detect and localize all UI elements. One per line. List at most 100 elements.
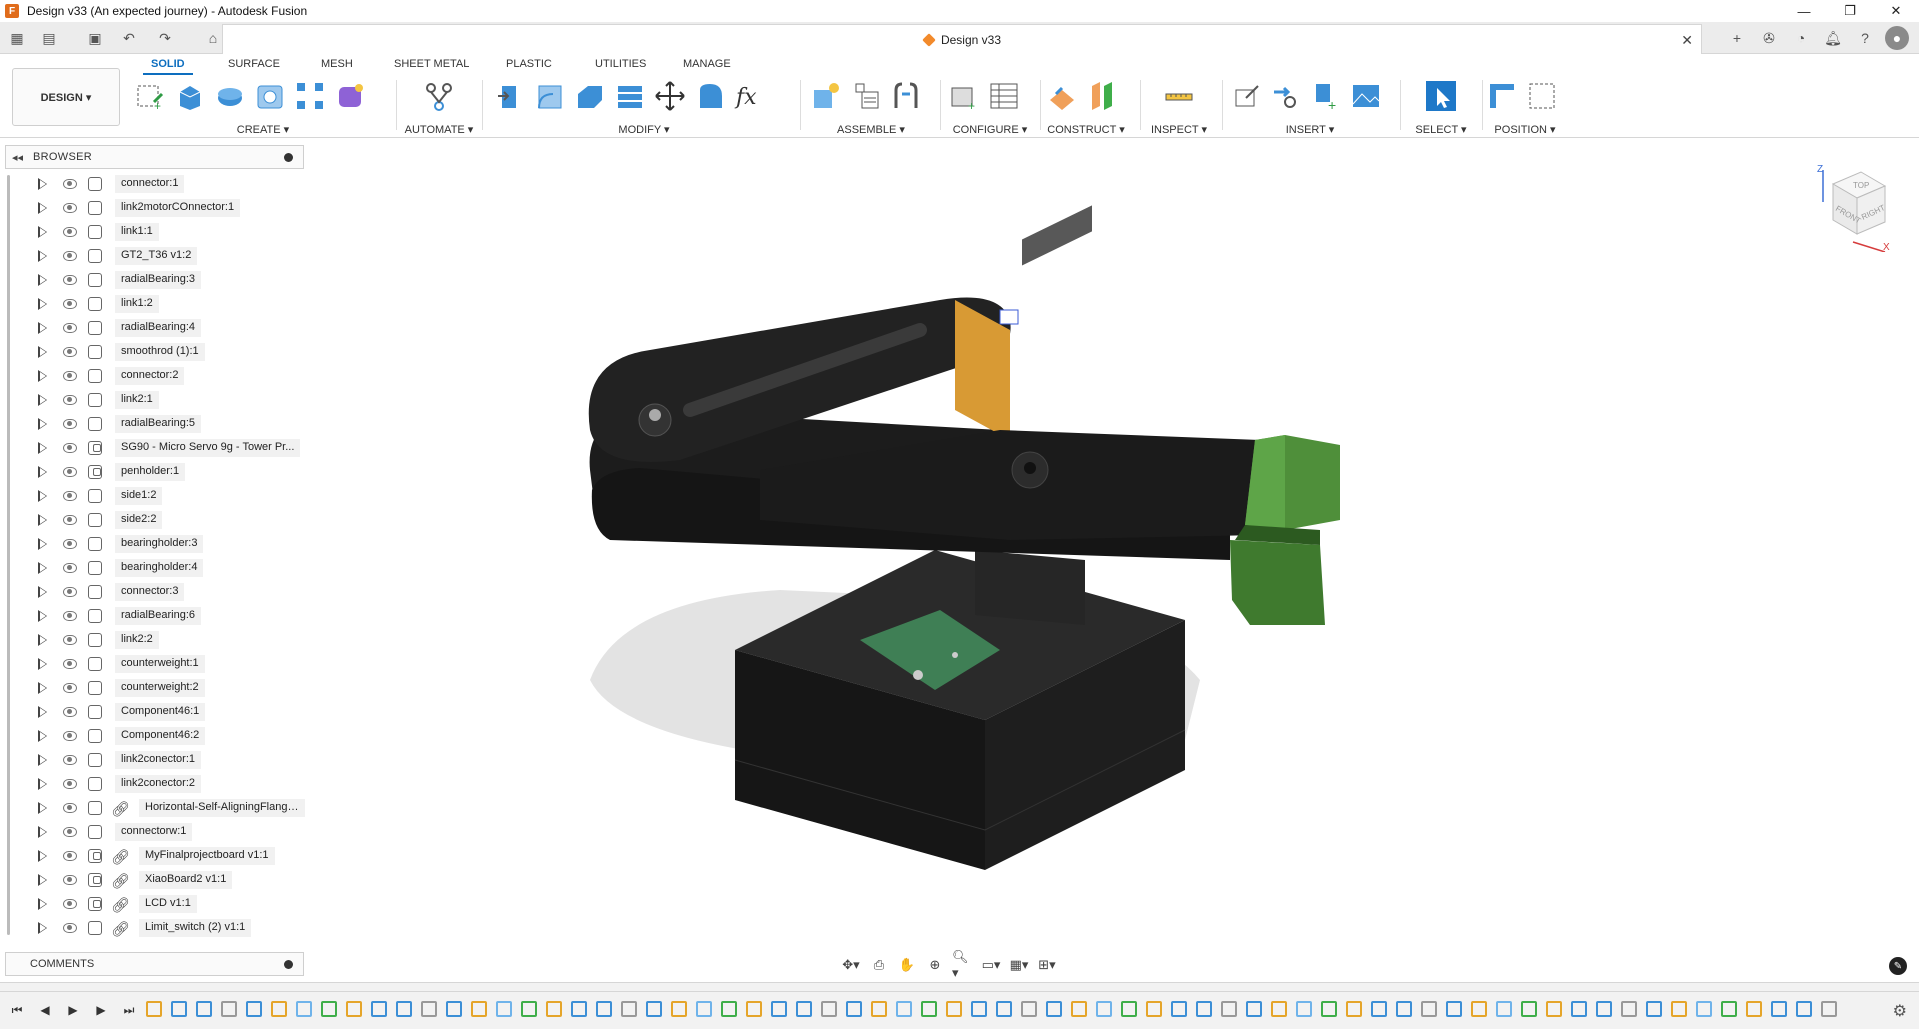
timeline-feature-icon[interactable]	[646, 1001, 662, 1017]
document-tab[interactable]: Design v33 ✕	[222, 24, 1702, 54]
expand-arrow-icon[interactable]	[38, 706, 47, 718]
insert-derive-icon[interactable]	[1230, 80, 1262, 112]
text-commands-icon[interactable]: ✎	[1889, 957, 1907, 975]
timeline-feature-icon[interactable]	[1096, 1001, 1112, 1017]
timeline-feature-icon[interactable]	[1696, 1001, 1712, 1017]
notifications-icon[interactable]: 🔔︎	[1821, 26, 1845, 50]
browser-item[interactable]: radialBearing:3	[5, 268, 305, 292]
visibility-eye-icon[interactable]	[63, 347, 77, 357]
move-copy-icon[interactable]	[654, 80, 686, 112]
timeline-feature-icon[interactable]	[996, 1001, 1012, 1017]
comments-add-icon[interactable]	[284, 960, 293, 969]
visibility-eye-icon[interactable]	[63, 443, 77, 453]
expand-arrow-icon[interactable]	[38, 322, 47, 334]
timeline-feature-icon[interactable]	[1421, 1001, 1437, 1017]
grid-settings-icon[interactable]: ▦▾	[1008, 955, 1030, 975]
expand-arrow-icon[interactable]	[38, 682, 47, 694]
workspace-switcher[interactable]: DESIGN ▾	[12, 68, 120, 126]
timeline-feature-icon[interactable]	[371, 1001, 387, 1017]
timeline-feature-icon[interactable]	[1196, 1001, 1212, 1017]
fillet-icon[interactable]	[534, 80, 566, 112]
timeline-feature-icon[interactable]	[521, 1001, 537, 1017]
press-pull-icon[interactable]	[494, 80, 526, 112]
visibility-eye-icon[interactable]	[63, 875, 77, 885]
zoom-window-icon[interactable]: 🔍︎▾	[952, 949, 974, 980]
timeline-feature-icon[interactable]	[1296, 1001, 1312, 1017]
timeline-feature-icon[interactable]	[146, 1001, 162, 1017]
browser-item[interactable]: link2:2	[5, 628, 305, 652]
timeline-feature-icon[interactable]	[321, 1001, 337, 1017]
visibility-eye-icon[interactable]	[63, 899, 77, 909]
visibility-eye-icon[interactable]	[63, 587, 77, 597]
insert-canvas-icon[interactable]	[1350, 80, 1382, 112]
tab-plastic[interactable]: PLASTIC	[506, 58, 552, 70]
browser-item[interactable]: link2conector:2	[5, 772, 305, 796]
automate-group-label[interactable]: AUTOMATE ▾	[400, 123, 478, 136]
visibility-eye-icon[interactable]	[63, 323, 77, 333]
close-button[interactable]: ✕	[1873, 0, 1919, 22]
visibility-eye-icon[interactable]	[63, 203, 77, 213]
visibility-eye-icon[interactable]	[63, 563, 77, 573]
browser-item[interactable]: link2:1	[5, 388, 305, 412]
timeline-feature-icon[interactable]	[1246, 1001, 1262, 1017]
browser-item[interactable]: 🔗︎ Limit_switch (2) v1:1	[5, 916, 305, 940]
timeline-feature-icon[interactable]	[396, 1001, 412, 1017]
timeline-feature-icon[interactable]	[196, 1001, 212, 1017]
capture-position-icon[interactable]	[1486, 80, 1518, 112]
expand-arrow-icon[interactable]	[38, 850, 47, 862]
timeline-feature-icon[interactable]	[1496, 1001, 1512, 1017]
timeline-feature-icon[interactable]	[971, 1001, 987, 1017]
timeline-feature-icon[interactable]	[771, 1001, 787, 1017]
timeline-feature-icon[interactable]	[1671, 1001, 1687, 1017]
browser-item[interactable]: counterweight:2	[5, 676, 305, 700]
view-cube[interactable]: Z X TOP FRONT RIGHT	[1813, 162, 1893, 253]
browser-item[interactable]: side2:2	[5, 508, 305, 532]
hole-icon[interactable]	[254, 80, 286, 112]
expand-arrow-icon[interactable]	[38, 634, 47, 646]
visibility-eye-icon[interactable]	[63, 395, 77, 405]
minimize-button[interactable]: —	[1781, 0, 1827, 22]
new-tab-icon[interactable]: +	[1725, 26, 1749, 50]
visibility-eye-icon[interactable]	[63, 731, 77, 741]
timeline-feature-icon[interactable]	[1071, 1001, 1087, 1017]
file-menu-icon[interactable]: ▤	[40, 29, 58, 47]
expand-arrow-icon[interactable]	[38, 370, 47, 382]
visibility-eye-icon[interactable]	[63, 635, 77, 645]
timeline-feature-icon[interactable]	[1171, 1001, 1187, 1017]
expand-arrow-icon[interactable]	[38, 178, 47, 190]
extensions-icon[interactable]: ✇	[1757, 26, 1781, 50]
tab-surface[interactable]: SURFACE	[228, 58, 280, 70]
browser-item[interactable]: penholder:1	[5, 460, 305, 484]
visibility-eye-icon[interactable]	[63, 539, 77, 549]
timeline-feature-icon[interactable]	[1521, 1001, 1537, 1017]
timeline-feature-icon[interactable]	[671, 1001, 687, 1017]
visibility-eye-icon[interactable]	[63, 659, 77, 669]
pattern-icon[interactable]	[294, 80, 326, 112]
user-avatar[interactable]: ●	[1885, 26, 1909, 50]
browser-item[interactable]: radialBearing:4	[5, 316, 305, 340]
visibility-eye-icon[interactable]	[63, 851, 77, 861]
visibility-eye-icon[interactable]	[63, 491, 77, 501]
browser-item[interactable]: Component46:2	[5, 724, 305, 748]
extrude-icon[interactable]	[174, 80, 206, 112]
timeline-feature-icon[interactable]	[1121, 1001, 1137, 1017]
timeline-feature-icon[interactable]	[546, 1001, 562, 1017]
timeline-feature-icon[interactable]	[271, 1001, 287, 1017]
browser-item[interactable]: bearingholder:3	[5, 532, 305, 556]
expand-arrow-icon[interactable]	[38, 562, 47, 574]
comments-panel-header[interactable]: COMMENTS	[5, 952, 304, 976]
visibility-eye-icon[interactable]	[63, 683, 77, 693]
expand-arrow-icon[interactable]	[38, 490, 47, 502]
parameters-icon[interactable]: fx	[734, 80, 766, 112]
expand-arrow-icon[interactable]	[38, 826, 47, 838]
revert-position-icon[interactable]	[1526, 80, 1558, 112]
visibility-eye-icon[interactable]	[63, 515, 77, 525]
browser-item[interactable]: smoothrod (1):1	[5, 340, 305, 364]
timeline-feature-icon[interactable]	[871, 1001, 887, 1017]
offset-plane-icon[interactable]	[1046, 80, 1078, 112]
insert-mcmaster-icon[interactable]: +	[1310, 80, 1342, 112]
orbit-icon[interactable]: ✥▾	[840, 955, 862, 975]
timeline-feature-icon[interactable]	[1721, 1001, 1737, 1017]
timeline-feature-icon[interactable]	[1596, 1001, 1612, 1017]
expand-arrow-icon[interactable]	[38, 898, 47, 910]
